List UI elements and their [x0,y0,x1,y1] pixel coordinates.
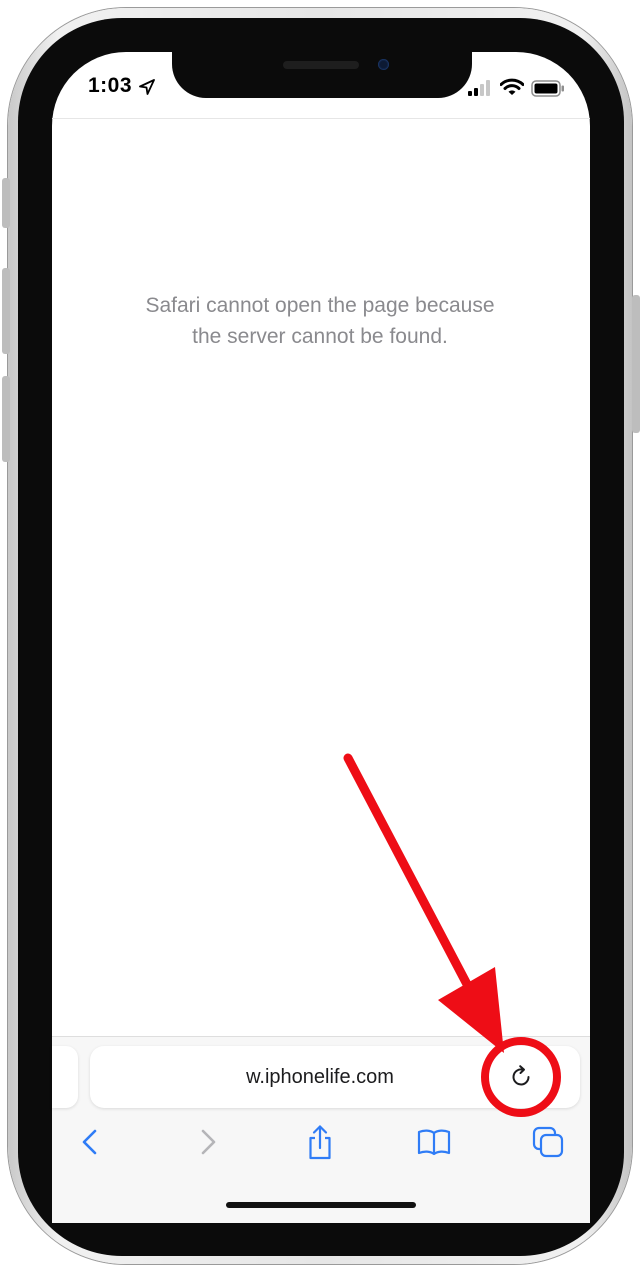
back-chevron-icon[interactable] [72,1124,108,1160]
forward-chevron-icon[interactable] [190,1124,226,1160]
home-indicator [226,1202,416,1208]
earpiece-speaker [283,61,359,69]
notch [172,46,472,98]
tabs-icon[interactable] [530,1124,566,1160]
side-button [632,295,640,433]
front-camera [378,59,389,70]
cellular-signal-icon [468,80,490,96]
volume-up-button [2,268,10,354]
previous-tab-address-bar[interactable] [52,1046,78,1108]
location-arrow-icon [139,79,155,95]
battery-icon [531,80,564,97]
error-message-line-1: Safari cannot open the page because [145,294,495,317]
error-message: Safari cannot open the page because the … [100,290,540,352]
error-message-line-2: the server cannot be found. [192,325,448,348]
bookmarks-book-icon[interactable] [416,1124,452,1160]
url-text[interactable]: w.iphonelife.com [90,1066,550,1089]
status-divider [52,118,590,119]
mute-switch [2,178,10,228]
reload-icon[interactable] [506,1062,536,1092]
share-icon[interactable] [302,1124,338,1160]
wifi-icon [500,78,524,95]
status-time: 1:03 [88,74,133,97]
volume-down-button [2,376,10,462]
